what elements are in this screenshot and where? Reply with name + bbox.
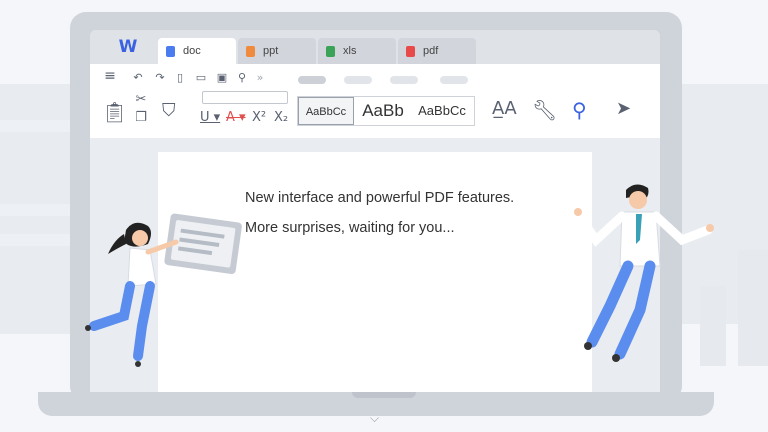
tab-bar: W doc ppt xls pdf <box>90 30 660 64</box>
document-line-1: New interface and powerful PDF features. <box>245 190 515 206</box>
styles-gallery: AaBbCc AaBb AaBbCc <box>297 96 475 126</box>
undo-icon[interactable]: ↶ <box>132 72 144 84</box>
ribbon-toolbar: ≡ ↶ ↷ ▯ ▭ ▣ ⚲ » 📋︎ ✂ ❐ ⛉ U ▾ A ▾ X² X₂ A… <box>90 64 660 138</box>
background-stripe <box>0 234 70 246</box>
tab-ppt[interactable]: ppt <box>238 38 316 64</box>
laptop-base-notch <box>352 392 416 398</box>
tab-label: doc <box>183 45 201 57</box>
search-icon[interactable]: ⚲ <box>572 98 587 122</box>
strikethrough-icon[interactable]: A ▾ <box>226 110 246 125</box>
redo-icon[interactable]: ↷ <box>154 72 166 84</box>
toolbar-tab-placeholder[interactable] <box>344 76 372 84</box>
toolbar-tab-placeholder[interactable] <box>298 76 326 84</box>
tab-label: pdf <box>423 45 439 57</box>
subscript-icon[interactable]: X₂ <box>274 110 288 125</box>
save-icon[interactable]: ▣ <box>216 72 228 84</box>
tab-pdf[interactable]: pdf <box>398 38 476 64</box>
tab-label: ppt <box>263 45 279 57</box>
woman-illustration <box>85 213 242 367</box>
tools-icon[interactable]: 🔧︎ <box>532 98 557 122</box>
app-logo-icon[interactable]: W <box>116 38 140 56</box>
ppt-file-icon <box>246 46 255 57</box>
tab-xls[interactable]: xls <box>318 38 396 64</box>
new-file-icon[interactable]: ▯ <box>174 72 186 84</box>
document-line-2: More surprises, waiting for you... <box>245 220 455 236</box>
select-cursor-icon[interactable]: ➤ <box>616 98 631 119</box>
toolbar-tab-placeholder[interactable] <box>390 76 418 84</box>
text-style-icon[interactable]: A̲A <box>492 98 517 119</box>
tab-doc[interactable]: doc <box>158 38 236 64</box>
menu-icon[interactable]: ≡ <box>102 69 118 83</box>
more-icon[interactable]: » <box>254 72 266 84</box>
cut-icon[interactable]: ✂ <box>134 93 148 106</box>
copy-icon[interactable]: ❐ <box>134 111 148 124</box>
style-normal[interactable]: AaBbCc <box>298 97 354 125</box>
tab-label: xls <box>343 45 357 57</box>
open-folder-icon[interactable]: ▭ <box>194 72 208 84</box>
scroll-down-chevron-icon[interactable]: ⌵ <box>370 411 379 426</box>
doc-file-icon <box>166 46 175 57</box>
background-bar <box>738 250 768 366</box>
style-heading-1[interactable]: AaBb <box>356 97 410 125</box>
background-stripe <box>0 204 70 216</box>
background-stripe <box>0 120 70 132</box>
format-painter-icon[interactable]: ⛉ <box>162 100 176 121</box>
style-heading-2[interactable]: AaBbCc <box>410 97 474 125</box>
superscript-icon[interactable]: X² <box>252 110 266 125</box>
toolbar-tab-placeholder[interactable] <box>440 76 468 84</box>
find-icon[interactable]: ⚲ <box>236 72 248 84</box>
font-name-input[interactable] <box>202 91 288 104</box>
man-illustration <box>573 184 714 362</box>
pdf-file-icon <box>406 46 415 57</box>
xls-file-icon <box>326 46 335 57</box>
underline-icon[interactable]: U ▾ <box>200 110 220 125</box>
paste-icon[interactable]: 📋︎ <box>102 100 127 124</box>
